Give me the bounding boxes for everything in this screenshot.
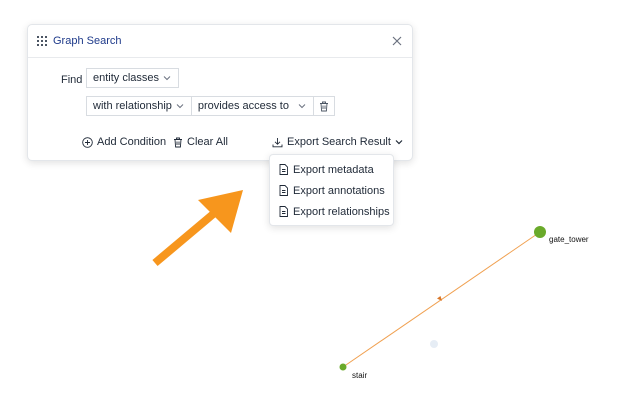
graph-search-panel: Graph Search Find entity classes with re… (27, 24, 413, 161)
export-relationships-item[interactable]: Export relationships (270, 201, 393, 222)
download-icon (272, 137, 283, 147)
relationship-value-select[interactable]: provides access to (190, 96, 313, 116)
close-icon[interactable] (392, 36, 402, 46)
relationship-type-select[interactable]: with relationship (86, 96, 191, 116)
panel-header: Graph Search (28, 25, 412, 58)
file-icon (279, 206, 288, 217)
export-annotations-item[interactable]: Export annotations (270, 180, 393, 201)
node-label-gate-tower: gate_tower (549, 235, 589, 244)
chevron-down-icon (395, 140, 403, 145)
chevron-down-icon (176, 104, 184, 109)
panel-title: Graph Search (53, 35, 122, 47)
file-icon (279, 185, 288, 196)
relationship-type-value: with relationship (93, 100, 172, 112)
export-search-result-label: Export Search Result (287, 136, 391, 148)
export-search-result-button[interactable]: Export Search Result (272, 136, 408, 148)
file-icon (279, 164, 288, 175)
export-relationships-label: Export relationships (293, 205, 390, 218)
export-metadata-item[interactable]: Export metadata (270, 159, 393, 180)
node-gate-tower[interactable] (534, 226, 546, 238)
trash-icon (174, 137, 182, 147)
clear-all-button[interactable]: Clear All (173, 136, 228, 148)
chevron-down-icon (163, 76, 171, 81)
add-condition-label: Add Condition (97, 136, 167, 148)
relationship-value: provides access to (197, 100, 289, 112)
entity-class-select-value: entity classes (93, 72, 160, 84)
find-label: Find (61, 74, 83, 86)
node-stair[interactable] (339, 363, 347, 371)
orange-arrow-annotation (152, 190, 243, 267)
node-label-stair: stair (352, 371, 368, 380)
plus-circle-icon (82, 136, 93, 148)
entity-class-select[interactable]: entity classes (86, 68, 180, 88)
ghost-node (430, 340, 438, 348)
export-annotations-label: Export annotations (293, 184, 385, 197)
chevron-down-icon (298, 104, 306, 109)
clear-all-label: Clear All (187, 136, 228, 148)
add-condition-button[interactable]: Add Condition (82, 136, 166, 148)
drag-grid-icon[interactable] (37, 36, 47, 46)
export-menu: Export metadata Export annotations Expor… (269, 154, 394, 226)
trash-icon (319, 101, 328, 111)
edge-direction-arrow (437, 296, 442, 301)
delete-condition-button[interactable] (312, 96, 335, 116)
export-metadata-label: Export metadata (293, 163, 374, 176)
